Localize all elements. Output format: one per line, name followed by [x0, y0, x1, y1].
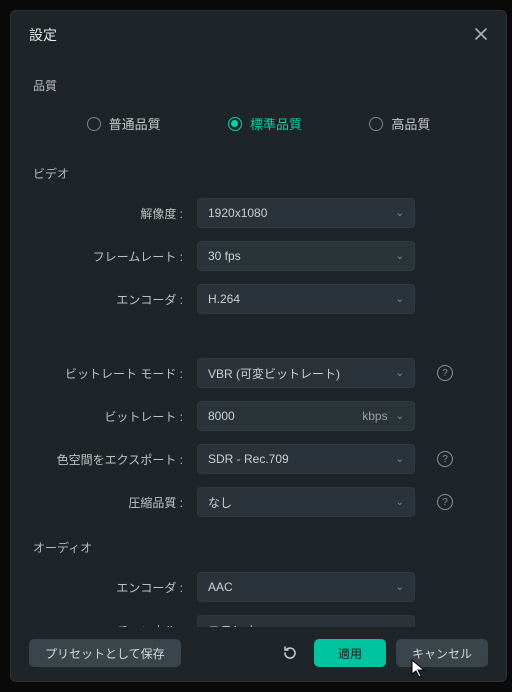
- select-value: なし: [208, 494, 232, 511]
- close-icon[interactable]: [474, 27, 488, 44]
- row-channel: チャンネル ステレオ ⌄: [33, 615, 484, 627]
- radio-label: 普通品質: [109, 114, 161, 133]
- dialog-header: 設定: [11, 11, 506, 55]
- select-value: 8000: [208, 409, 235, 423]
- section-audio: オーディオ: [33, 539, 484, 556]
- select-value: SDR - Rec.709: [208, 452, 289, 466]
- quality-high[interactable]: 高品質: [369, 114, 430, 133]
- select-audio-encoder[interactable]: AAC ⌄: [197, 572, 415, 602]
- apply-button[interactable]: 適用: [314, 639, 386, 667]
- chevron-down-icon: ⌄: [396, 582, 404, 593]
- label-framerate: フレームレート: [33, 248, 183, 265]
- select-bitrate-mode[interactable]: VBR (可変ビットレート) ⌄: [197, 358, 415, 388]
- dialog-footer: プリセットとして保存 適用 キャンセル: [11, 627, 506, 681]
- row-colorspace: 色空間をエクスポート SDR - Rec.709 ⌄ ?: [33, 444, 484, 474]
- cancel-button[interactable]: キャンセル: [396, 639, 488, 667]
- section-quality: 品質: [33, 77, 484, 94]
- quality-radio-group: 普通品質 標準品質 高品質: [33, 110, 484, 149]
- chevron-down-icon: ⌄: [396, 294, 404, 305]
- row-compression: 圧縮品質 なし ⌄ ?: [33, 487, 484, 517]
- select-channel[interactable]: ステレオ ⌄: [197, 615, 415, 627]
- chevron-down-icon: ⌄: [396, 411, 404, 422]
- radio-icon: [228, 117, 242, 131]
- select-value: AAC: [208, 580, 233, 594]
- select-colorspace[interactable]: SDR - Rec.709 ⌄: [197, 444, 415, 474]
- radio-label: 標準品質: [250, 114, 302, 133]
- label-channel: チャンネル: [33, 622, 183, 628]
- label-bitrate: ビットレート: [33, 408, 183, 425]
- chevron-down-icon: ⌄: [396, 625, 404, 628]
- row-video-encoder: エンコーダ H.264 ⌄: [33, 284, 484, 314]
- radio-icon: [87, 117, 101, 131]
- chevron-down-icon: ⌄: [396, 251, 404, 262]
- select-bitrate[interactable]: 8000 kbps ⌄: [197, 401, 415, 431]
- chevron-down-icon: ⌄: [396, 454, 404, 465]
- select-resolution[interactable]: 1920x1080 ⌄: [197, 198, 415, 228]
- save-preset-button[interactable]: プリセットとして保存: [29, 639, 181, 667]
- settings-dialog: 設定 品質 普通品質 標準品質 高品質 ビデオ 解像度 1920x108: [10, 10, 507, 682]
- select-value: ステレオ: [208, 622, 256, 628]
- row-audio-encoder: エンコーダ AAC ⌄: [33, 572, 484, 602]
- row-bitrate: ビットレート 8000 kbps ⌄: [33, 401, 484, 431]
- select-value: 30 fps: [208, 249, 241, 263]
- bitrate-unit: kbps: [362, 409, 387, 423]
- label-compression: 圧縮品質: [33, 494, 183, 511]
- quality-standard[interactable]: 標準品質: [228, 114, 302, 133]
- dialog-content: 品質 普通品質 標準品質 高品質 ビデオ 解像度 1920x1080 ⌄: [11, 55, 506, 627]
- row-resolution: 解像度 1920x1080 ⌄: [33, 198, 484, 228]
- select-compression[interactable]: なし ⌄: [197, 487, 415, 517]
- help-icon[interactable]: ?: [437, 494, 453, 510]
- select-value: VBR (可変ビットレート): [208, 365, 340, 382]
- dialog-title: 設定: [29, 25, 57, 45]
- radio-label: 高品質: [391, 114, 430, 133]
- select-video-encoder[interactable]: H.264 ⌄: [197, 284, 415, 314]
- help-icon[interactable]: ?: [437, 365, 453, 381]
- label-colorspace: 色空間をエクスポート: [33, 451, 183, 468]
- label-video-encoder: エンコーダ: [33, 291, 183, 308]
- reset-icon[interactable]: [276, 639, 304, 667]
- chevron-down-icon: ⌄: [396, 497, 404, 508]
- label-resolution: 解像度: [33, 205, 183, 222]
- row-bitrate-mode: ビットレート モード VBR (可変ビットレート) ⌄ ?: [33, 358, 484, 388]
- select-value: 1920x1080: [208, 206, 267, 220]
- label-bitrate-mode: ビットレート モード: [33, 365, 183, 382]
- help-icon[interactable]: ?: [437, 451, 453, 467]
- radio-icon: [369, 117, 383, 131]
- chevron-down-icon: ⌄: [396, 208, 404, 219]
- chevron-down-icon: ⌄: [396, 368, 404, 379]
- label-audio-encoder: エンコーダ: [33, 579, 183, 596]
- select-framerate[interactable]: 30 fps ⌄: [197, 241, 415, 271]
- quality-normal[interactable]: 普通品質: [87, 114, 161, 133]
- select-value: H.264: [208, 292, 240, 306]
- row-framerate: フレームレート 30 fps ⌄: [33, 241, 484, 271]
- section-video: ビデオ: [33, 165, 484, 182]
